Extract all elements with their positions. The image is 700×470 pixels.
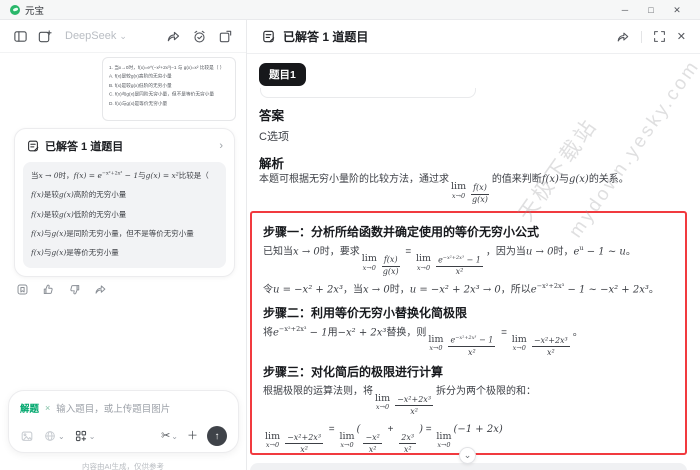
step-1-line: 令u = −x² + 2x³，当x → 0时，u = −x² + 2x³ → 0…	[263, 282, 674, 297]
question-badge: 题目1	[259, 63, 306, 86]
question-line: f(x)是较g(x)低阶的无穷小量	[31, 210, 218, 220]
collapsed-question-box	[260, 88, 476, 98]
yuanbao-logo-icon	[10, 5, 20, 15]
apps-grid-icon[interactable]: ⌄	[74, 429, 96, 443]
chevron-down-icon: ⌄	[119, 32, 127, 41]
solution-title: 已解答 1 道题目	[283, 28, 368, 45]
solve-mode-tag[interactable]: 解题	[20, 401, 39, 415]
chevron-down-icon: ⌄	[171, 432, 178, 441]
step-2-title: 步骤二：利用等价无穷小替换化简极限	[263, 304, 674, 321]
chevron-down-icon: ⌄	[58, 432, 65, 441]
watermark-text: 天极下载站	[510, 111, 603, 227]
share-chat-icon[interactable]	[166, 29, 181, 44]
title-bar: 元宝 ─ □ ✕	[0, 0, 700, 20]
answer-heading: 答案	[259, 105, 284, 124]
minimize-button[interactable]: ─	[612, 0, 638, 20]
solved-questions-card[interactable]: 已解答 1 道题目 › 当x → 0时，f(x) = e−x²+2x³ − 1与…	[14, 128, 235, 277]
sidebar-toggle-icon[interactable]	[13, 29, 28, 44]
send-button[interactable]: ↑	[207, 426, 227, 446]
fullscreen-icon[interactable]	[653, 30, 666, 43]
send-arrow-icon: ↑	[215, 431, 220, 442]
chevron-down-icon: ⌄	[89, 432, 96, 441]
step-1-title: 步骤一：分析所给函数并确定使用的等价无穷小公式	[263, 223, 674, 240]
thumbnail-line: C. f(x)与g(x)是同阶无穷小量，但不是等价无穷小量	[109, 91, 236, 100]
share-message-icon[interactable]	[94, 283, 107, 296]
thumbnail-line: A. f(x)是较g(x)高阶的无穷小量	[109, 73, 236, 82]
share-solution-icon[interactable]	[616, 30, 630, 44]
question-line: f(x)与g(x)是等价无穷小量	[31, 248, 218, 258]
solved-card-header[interactable]: 已解答 1 道题目 ›	[23, 138, 226, 154]
step-1-line: 已知当x → 0时，要求limx→0f(x)g(x) = limx→0e−x²+…	[263, 244, 674, 276]
problem-thumbnail: 1. 当x→0时，f(x)=e^(−x²+2x³)−1 与 g(x)=x² 比较…	[109, 64, 236, 109]
solution-panel: 已解答 1 道题目 ✕ 题目1 答案 C选项 解析	[247, 20, 700, 470]
app-window: 元宝 ─ □ ✕ DeepSeek ⌄	[0, 0, 700, 470]
analysis-heading: 解析	[259, 153, 284, 172]
step-2-line: 将e−x²+2x³ − 1用−x² + 2x³替换，则limx→0e−x²+2x…	[263, 325, 674, 357]
web-search-icon[interactable]: ⌄	[43, 429, 65, 443]
chat-panel: DeepSeek ⌄ 1. 当x→	[0, 20, 247, 470]
step-3-line: 根据极限的运算法则，将limx→0−x²+2x³x²拆分为两个极限的和：	[263, 384, 674, 416]
chat-header: DeepSeek ⌄	[0, 20, 246, 53]
question-line: f(x)与g(x)是同阶无穷小量，但不是等价无穷小量	[31, 229, 218, 239]
window-title: 元宝	[25, 3, 44, 17]
thumbs-up-icon[interactable]	[42, 283, 55, 296]
thumbs-down-icon[interactable]	[68, 283, 81, 296]
header-divider	[641, 31, 642, 43]
bookmark-icon[interactable]	[16, 283, 29, 296]
screenshot-scissors-icon[interactable]: ✂ ⌄	[161, 431, 178, 442]
question-line: 当x → 0时，f(x) = e−x²+2x³ − 1与g(x) = x²比较是…	[31, 171, 218, 181]
question-line: f(x)是较g(x)高阶的无穷小量	[31, 190, 218, 200]
model-name: DeepSeek	[65, 30, 116, 42]
uploaded-problem-image[interactable]: 1. 当x→0时，f(x)=e^(−x²+2x³)−1 与 g(x)=x² 比较…	[102, 57, 236, 121]
maximize-button[interactable]: □	[638, 0, 664, 20]
question-preview-box: 当x → 0时，f(x) = e−x²+2x³ − 1与g(x) = x²比较是…	[23, 162, 226, 268]
open-panel-icon[interactable]	[218, 29, 233, 44]
solved-doc-icon	[261, 29, 276, 44]
solution-body: 题目1 答案 C选项 解析 本题可根据无穷小量阶的比较方法，通过求limx→0f…	[247, 54, 700, 470]
solution-header: 已解答 1 道题目 ✕	[247, 20, 700, 54]
chevron-right-icon: ›	[219, 141, 223, 152]
attach-plus-icon[interactable]: ＋	[187, 431, 198, 442]
new-chat-icon[interactable]	[37, 29, 52, 44]
analysis-intro: 本题可根据无穷小量阶的比较方法，通过求limx→0f(x)g(x)的值来判断f(…	[259, 172, 684, 204]
close-window-button[interactable]: ✕	[664, 0, 690, 20]
thumbnail-line: 1. 当x→0时，f(x)=e^(−x²+2x³)−1 与 g(x)=x² 比较…	[109, 64, 236, 73]
model-selector[interactable]: DeepSeek ⌄	[65, 30, 127, 42]
ai-disclaimer: 内容由AI生成，仅供参考	[0, 461, 246, 470]
remove-tag-icon[interactable]: ×	[45, 403, 50, 413]
next-section-strip	[250, 463, 687, 470]
close-panel-icon[interactable]: ✕	[677, 30, 686, 43]
message-actions	[16, 283, 107, 296]
message-input-box[interactable]: 解题 × 输入题目，或上传题目图片 ⌄ ⌄	[8, 390, 239, 453]
thumbnail-line: B. f(x)是较g(x)低阶的无穷小量	[109, 82, 236, 91]
highlight-annotation-box: 步骤一：分析所给函数并确定使用的等价无穷小公式 已知当x → 0时，要求limx…	[250, 211, 687, 455]
step-3-title: 步骤三：对化简后的极限进行计算	[263, 363, 674, 380]
thumbnail-line: D. f(x)与g(x)是等价无穷小量	[109, 100, 236, 109]
input-placeholder[interactable]: 输入题目，或上传题目图片	[56, 401, 170, 415]
answer-value: C选项	[259, 128, 289, 144]
image-upload-icon[interactable]	[20, 429, 34, 443]
solved-doc-icon	[26, 139, 40, 153]
solved-card-title: 已解答 1 道题目	[45, 138, 123, 154]
expand-more-button[interactable]: ⌄	[459, 447, 476, 464]
history-icon[interactable]	[192, 29, 207, 44]
